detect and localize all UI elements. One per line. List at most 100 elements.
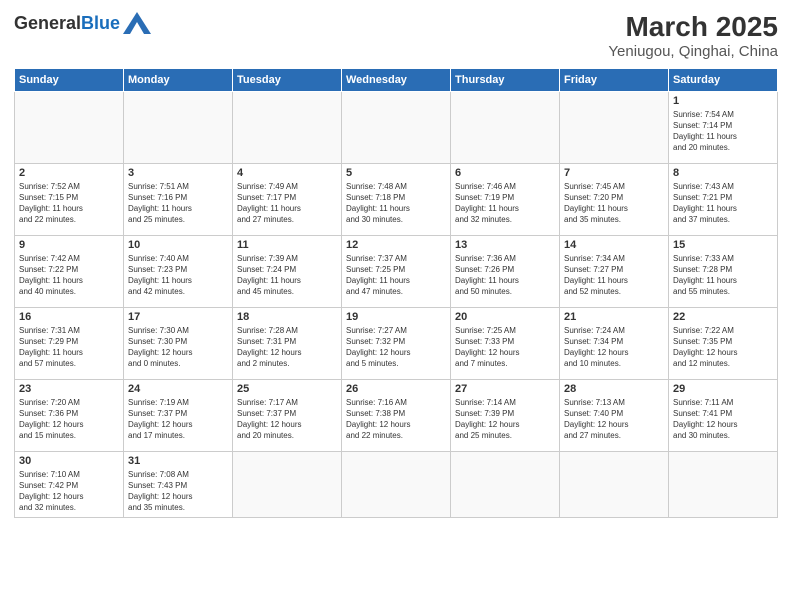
day-number: 18 (237, 311, 337, 323)
day-number: 7 (564, 167, 664, 179)
day-number: 3 (128, 167, 228, 179)
day-info: Sunrise: 7:13 AM Sunset: 7:40 PM Dayligh… (564, 397, 664, 442)
table-row: 6 Sunrise: 7:46 AM Sunset: 7:19 PM Daylig… (451, 163, 560, 235)
day-number: 24 (128, 383, 228, 395)
day-info: Sunrise: 7:19 AM Sunset: 7:37 PM Dayligh… (128, 397, 228, 442)
day-info: Sunrise: 7:48 AM Sunset: 7:18 PM Dayligh… (346, 181, 446, 226)
day-number: 15 (673, 239, 773, 251)
day-info: Sunrise: 7:17 AM Sunset: 7:37 PM Dayligh… (237, 397, 337, 442)
day-number: 29 (673, 383, 773, 395)
day-info: Sunrise: 7:10 AM Sunset: 7:42 PM Dayligh… (19, 469, 119, 514)
day-number: 10 (128, 239, 228, 251)
day-info: Sunrise: 7:37 AM Sunset: 7:25 PM Dayligh… (346, 253, 446, 298)
day-number: 22 (673, 311, 773, 323)
col-saturday: Saturday (669, 68, 778, 91)
table-row: 4Sunrise: 7:49 AM Sunset: 7:17 PM Daylig… (233, 163, 342, 235)
day-info: Sunrise: 7:46 AM Sunset: 7:19 PM Dayligh… (455, 181, 555, 226)
location-subtitle: Yeniugou, Qinghai, China (608, 43, 778, 60)
day-number: 13 (455, 239, 555, 251)
day-info: Sunrise: 7:14 AM Sunset: 7:39 PM Dayligh… (455, 397, 555, 442)
table-row (451, 451, 560, 517)
calendar-week-row: 2Sunrise: 7:52 AM Sunset: 7:15 PM Daylig… (15, 163, 778, 235)
page: General Blue March 2025 Yeniugou, Qingha… (0, 0, 792, 612)
day-info: Sunrise: 7:08 AM Sunset: 7:43 PM Dayligh… (128, 469, 228, 514)
table-row (342, 91, 451, 163)
logo: General Blue (14, 12, 151, 34)
table-row: 5 Sunrise: 7:48 AM Sunset: 7:18 PM Daylig… (342, 163, 451, 235)
table-row: 15Sunrise: 7:33 AM Sunset: 7:28 PM Dayli… (669, 235, 778, 307)
day-number: 21 (564, 311, 664, 323)
day-number: 6 (455, 167, 555, 179)
logo-general-text: General (14, 14, 81, 32)
table-row: 7Sunrise: 7:45 AM Sunset: 7:20 PM Daylig… (560, 163, 669, 235)
day-number: 17 (128, 311, 228, 323)
day-info: Sunrise: 7:49 AM Sunset: 7:17 PM Dayligh… (237, 181, 337, 226)
calendar-week-row: 16Sunrise: 7:31 AM Sunset: 7:29 PM Dayli… (15, 307, 778, 379)
day-info: Sunrise: 7:11 AM Sunset: 7:41 PM Dayligh… (673, 397, 773, 442)
day-number: 19 (346, 311, 446, 323)
table-row: 21 Sunrise: 7:24 AM Sunset: 7:34 PM Dayli… (560, 307, 669, 379)
day-info: Sunrise: 7:31 AM Sunset: 7:29 PM Dayligh… (19, 325, 119, 370)
day-info: Sunrise: 7:40 AM Sunset: 7:23 PM Dayligh… (128, 253, 228, 298)
day-number: 14 (564, 239, 664, 251)
day-number: 25 (237, 383, 337, 395)
day-info: Sunrise: 7:34 AM Sunset: 7:27 PM Dayligh… (564, 253, 664, 298)
table-row: 22 Sunrise: 7:22 AM Sunset: 7:35 PM Dayli… (669, 307, 778, 379)
table-row: 25 Sunrise: 7:17 AM Sunset: 7:37 PM Dayli… (233, 379, 342, 451)
month-year-title: March 2025 (608, 12, 778, 43)
table-row: 26Sunrise: 7:16 AM Sunset: 7:38 PM Dayli… (342, 379, 451, 451)
day-number: 28 (564, 383, 664, 395)
day-number: 23 (19, 383, 119, 395)
table-row: 18Sunrise: 7:28 AM Sunset: 7:31 PM Dayli… (233, 307, 342, 379)
col-monday: Monday (124, 68, 233, 91)
table-row (124, 91, 233, 163)
logo-blue-text: Blue (81, 14, 120, 32)
table-row: 17Sunrise: 7:30 AM Sunset: 7:30 PM Dayli… (124, 307, 233, 379)
day-info: Sunrise: 7:54 AM Sunset: 7:14 PM Dayligh… (673, 109, 773, 154)
day-info: Sunrise: 7:25 AM Sunset: 7:33 PM Dayligh… (455, 325, 555, 370)
day-info: Sunrise: 7:42 AM Sunset: 7:22 PM Dayligh… (19, 253, 119, 298)
table-row: 1 Sunrise: 7:54 AM Sunset: 7:14 PM Daylig… (669, 91, 778, 163)
logo-text: General Blue (14, 12, 151, 34)
day-number: 31 (128, 455, 228, 467)
calendar-header-row: Sunday Monday Tuesday Wednesday Thursday… (15, 68, 778, 91)
table-row (233, 451, 342, 517)
table-row (342, 451, 451, 517)
table-row: 3 Sunrise: 7:51 AM Sunset: 7:16 PM Daylig… (124, 163, 233, 235)
col-friday: Friday (560, 68, 669, 91)
table-row: 12 Sunrise: 7:37 AM Sunset: 7:25 PM Dayli… (342, 235, 451, 307)
table-row: 30 Sunrise: 7:10 AM Sunset: 7:42 PM Dayli… (15, 451, 124, 517)
table-row: 23Sunrise: 7:20 AM Sunset: 7:36 PM Dayli… (15, 379, 124, 451)
table-row: 16Sunrise: 7:31 AM Sunset: 7:29 PM Dayli… (15, 307, 124, 379)
col-wednesday: Wednesday (342, 68, 451, 91)
day-number: 1 (673, 95, 773, 107)
day-info: Sunrise: 7:51 AM Sunset: 7:16 PM Dayligh… (128, 181, 228, 226)
day-number: 11 (237, 239, 337, 251)
table-row (560, 451, 669, 517)
day-info: Sunrise: 7:22 AM Sunset: 7:35 PM Dayligh… (673, 325, 773, 370)
table-row: 2Sunrise: 7:52 AM Sunset: 7:15 PM Daylig… (15, 163, 124, 235)
table-row: 31 Sunrise: 7:08 AM Sunset: 7:43 PM Dayli… (124, 451, 233, 517)
calendar-week-row: 23Sunrise: 7:20 AM Sunset: 7:36 PM Dayli… (15, 379, 778, 451)
table-row (233, 91, 342, 163)
col-tuesday: Tuesday (233, 68, 342, 91)
table-row: 28 Sunrise: 7:13 AM Sunset: 7:40 PM Dayli… (560, 379, 669, 451)
day-number: 30 (19, 455, 119, 467)
table-row: 10 Sunrise: 7:40 AM Sunset: 7:23 PM Dayli… (124, 235, 233, 307)
table-row: 8Sunrise: 7:43 AM Sunset: 7:21 PM Daylig… (669, 163, 778, 235)
table-row: 29 Sunrise: 7:11 AM Sunset: 7:41 PM Dayli… (669, 379, 778, 451)
calendar-week-row: 30 Sunrise: 7:10 AM Sunset: 7:42 PM Dayli… (15, 451, 778, 517)
logo-icon (123, 12, 151, 34)
col-thursday: Thursday (451, 68, 560, 91)
day-info: Sunrise: 7:36 AM Sunset: 7:26 PM Dayligh… (455, 253, 555, 298)
day-number: 12 (346, 239, 446, 251)
table-row (669, 451, 778, 517)
table-row: 9Sunrise: 7:42 AM Sunset: 7:22 PM Daylig… (15, 235, 124, 307)
calendar-table: Sunday Monday Tuesday Wednesday Thursday… (14, 68, 778, 518)
table-row: 24 Sunrise: 7:19 AM Sunset: 7:37 PM Dayli… (124, 379, 233, 451)
table-row: 14 Sunrise: 7:34 AM Sunset: 7:27 PM Dayli… (560, 235, 669, 307)
col-sunday: Sunday (15, 68, 124, 91)
day-number: 5 (346, 167, 446, 179)
day-number: 8 (673, 167, 773, 179)
day-info: Sunrise: 7:24 AM Sunset: 7:34 PM Dayligh… (564, 325, 664, 370)
